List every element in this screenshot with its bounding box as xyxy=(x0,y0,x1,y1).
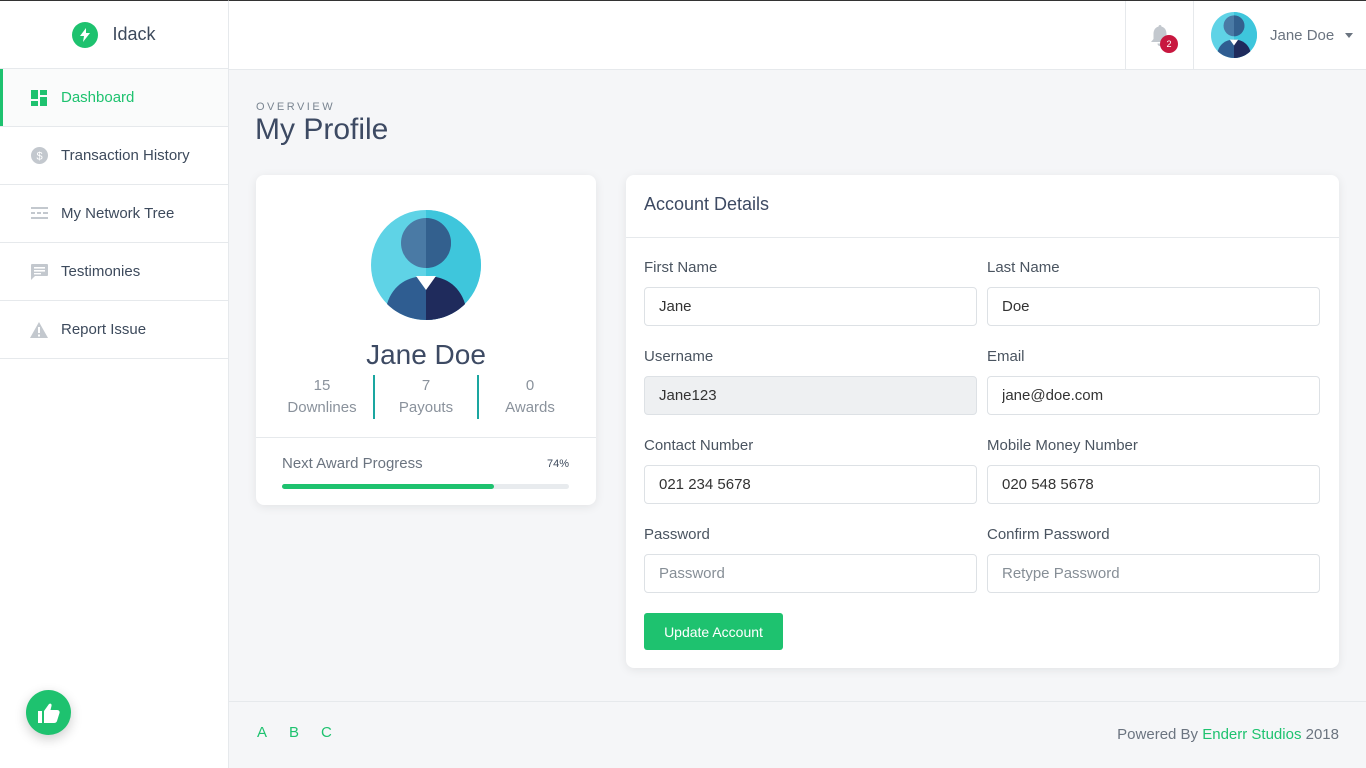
sidebar-item-report-issue[interactable]: Report Issue xyxy=(0,301,228,359)
dashboard-icon xyxy=(30,89,48,107)
password-label: Password xyxy=(644,526,710,543)
email-field[interactable] xyxy=(987,376,1320,415)
username-label: Username xyxy=(644,348,714,365)
email-label: Email xyxy=(987,348,1025,365)
progress-percent: 74% xyxy=(546,458,569,470)
footer-link-b[interactable]: B xyxy=(289,724,299,741)
award-progress-bar xyxy=(282,484,569,489)
stat-label: Awards xyxy=(505,399,555,416)
footer-link-c[interactable]: C xyxy=(321,724,332,741)
notification-badge: 2 xyxy=(1160,35,1178,53)
thumbs-up-button[interactable] xyxy=(26,690,71,735)
divider xyxy=(256,437,596,438)
confirm-password-label: Confirm Password xyxy=(987,526,1110,543)
profile-avatar xyxy=(371,210,481,320)
dollar-icon: $ xyxy=(30,147,48,165)
footer: A B C Powered By Enderr Studios 2018 xyxy=(229,701,1366,768)
mobile-money-field[interactable] xyxy=(987,465,1320,504)
svg-text:$: $ xyxy=(36,151,42,163)
first-name-label: First Name xyxy=(644,259,718,276)
stat-value: 7 xyxy=(421,377,431,394)
profile-name: Jane Doe xyxy=(366,339,486,370)
sidebar-item-label: Testimonies xyxy=(61,263,141,280)
topbar: 2 Jane Doe xyxy=(229,0,1366,70)
sidebar-item-label: Transaction History xyxy=(61,147,190,164)
page-overline: OVERVIEW xyxy=(256,101,336,113)
stat-value: 0 xyxy=(525,377,535,394)
stat-awards: 0 Awards xyxy=(477,375,581,419)
warning-icon xyxy=(30,321,48,339)
stat-payouts: 7 Payouts xyxy=(373,375,477,419)
profile-card: Jane Doe 15 Downlines 7 Payouts 0 Awards… xyxy=(256,175,596,505)
account-details-title: Account Details xyxy=(626,175,1339,238)
user-name: Jane Doe xyxy=(1270,26,1335,44)
mobile-money-label: Mobile Money Number xyxy=(987,437,1138,454)
brand-logo-icon xyxy=(72,21,99,48)
account-form: First Name Last Name Username Email Cont… xyxy=(644,259,1321,615)
credit-prefix: Powered By xyxy=(1117,726,1199,743)
last-name-label: Last Name xyxy=(987,259,1060,276)
stat-label: Payouts xyxy=(398,399,454,416)
thumbs-up-icon xyxy=(37,703,60,723)
sidebar: Idack Dashboard $ Transaction History My… xyxy=(0,0,229,768)
contact-number-label: Contact Number xyxy=(644,437,754,454)
progress-label: Next Award Progress xyxy=(282,455,423,472)
comment-icon xyxy=(30,263,48,281)
sidebar-item-dashboard[interactable]: Dashboard xyxy=(0,69,228,127)
footer-link-a[interactable]: A xyxy=(257,724,267,741)
stat-value: 15 xyxy=(313,377,331,394)
network-icon xyxy=(30,205,48,223)
sidebar-item-label: Dashboard xyxy=(61,89,135,106)
sidebar-item-testimonies[interactable]: Testimonies xyxy=(0,243,228,301)
sidebar-item-my-network-tree[interactable]: My Network Tree xyxy=(0,185,228,243)
avatar xyxy=(1211,12,1257,58)
sidebar-item-label: Report Issue xyxy=(61,321,147,338)
account-details-card: Account Details First Name Last Name Use… xyxy=(626,175,1339,668)
chevron-down-icon xyxy=(1345,32,1354,38)
footer-links: A B C xyxy=(257,724,332,741)
page-title: My Profile xyxy=(255,113,389,146)
update-account-button[interactable]: Update Account xyxy=(644,613,783,650)
last-name-field[interactable] xyxy=(987,287,1320,326)
username-field xyxy=(644,376,977,415)
confirm-password-field[interactable] xyxy=(987,554,1320,593)
first-name-field[interactable] xyxy=(644,287,977,326)
footer-credit: Powered By Enderr Studios 2018 xyxy=(1117,726,1339,743)
award-progress-fill xyxy=(282,484,495,489)
profile-stats: 15 Downlines 7 Payouts 0 Awards xyxy=(271,375,581,419)
brand[interactable]: Idack xyxy=(0,1,228,69)
sidebar-item-label: My Network Tree xyxy=(61,205,175,222)
credit-brand-link[interactable]: Enderr Studios xyxy=(1202,726,1301,743)
stat-label: Downlines xyxy=(287,399,357,416)
notifications-button[interactable]: 2 xyxy=(1125,1,1194,70)
brand-name: Idack xyxy=(112,24,156,44)
contact-number-field[interactable] xyxy=(644,465,977,504)
stat-downlines: 15 Downlines xyxy=(271,375,373,419)
credit-year: 2018 xyxy=(1305,726,1339,743)
user-menu[interactable]: Jane Doe xyxy=(1211,11,1354,59)
sidebar-item-transaction-history[interactable]: $ Transaction History xyxy=(0,127,228,185)
password-field[interactable] xyxy=(644,554,977,593)
